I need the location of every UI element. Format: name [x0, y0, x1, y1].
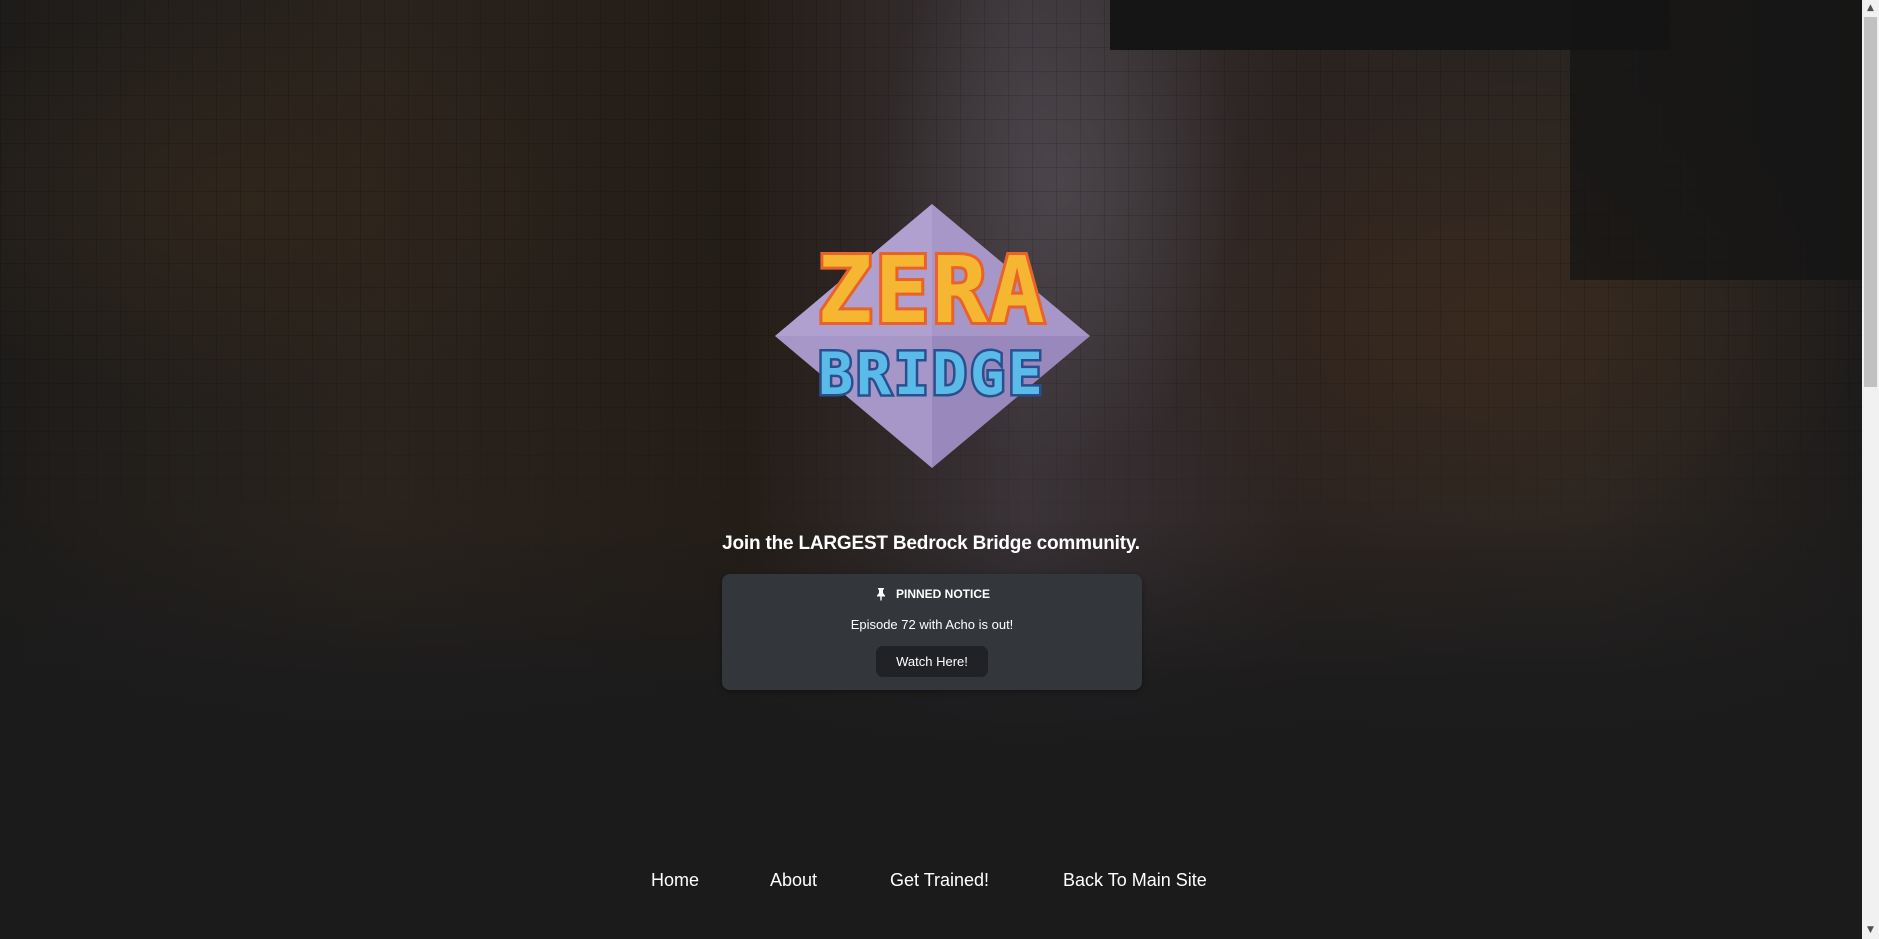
nav-link-get-trained[interactable]: Get Trained! [890, 870, 989, 891]
notice-title: PINNED NOTICE [895, 587, 990, 601]
page: ZERA BRIDGE Join the LARGEST Bedrock Bri… [0, 0, 1879, 939]
nav-link-back-to-main-site[interactable]: Back To Main Site [1063, 870, 1207, 891]
tagline: Join the LARGEST Bedrock Bridge communit… [722, 533, 1140, 554]
nav-link-home[interactable]: Home [651, 870, 699, 891]
scrollbar-thumb[interactable] [1864, 17, 1877, 387]
zera-bridge-logo: ZERA BRIDGE [775, 204, 1090, 468]
notice-header: PINNED NOTICE [722, 587, 1142, 601]
background-shadow [1570, 0, 1862, 280]
watch-here-button[interactable]: Watch Here! [876, 646, 988, 677]
chevron-down-icon[interactable]: ▼ [1862, 922, 1879, 939]
chevron-up-icon[interactable]: ▲ [1862, 0, 1879, 17]
pinned-notice-card: PINNED NOTICE Episode 72 with Acho is ou… [722, 574, 1142, 690]
pin-icon [876, 588, 885, 601]
vertical-scrollbar[interactable]: ▲ ▼ [1862, 0, 1879, 939]
nav-link-about[interactable]: About [770, 870, 817, 891]
logo-line2: BRIDGE [818, 340, 1046, 408]
notice-message: Episode 72 with Acho is out! [850, 617, 1014, 632]
logo-line1: ZERA [817, 237, 1047, 344]
